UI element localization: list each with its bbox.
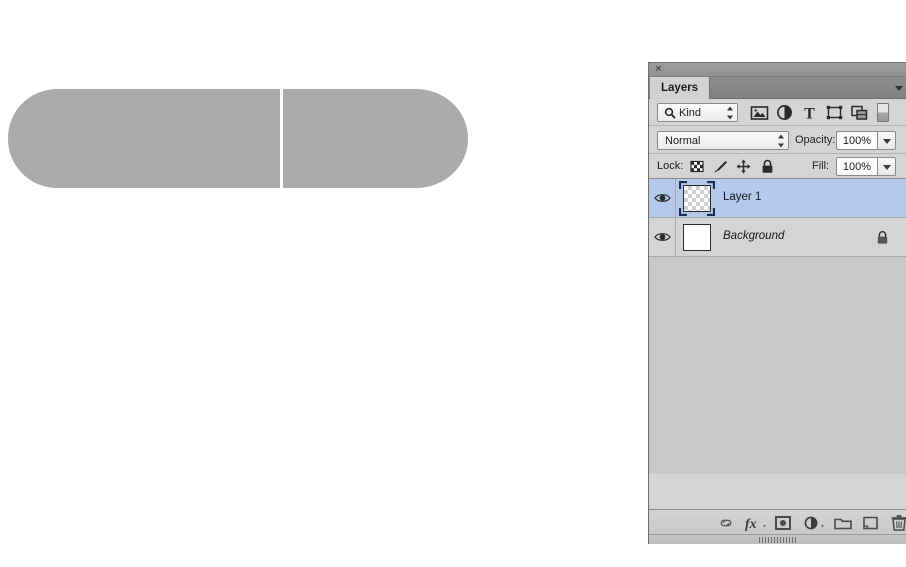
shape-layer-filter-icon[interactable]: [824, 102, 845, 123]
filter-enable-toggle[interactable]: [877, 103, 889, 122]
panel-tabstrip: Layers: [649, 77, 906, 99]
lock-label: Lock:: [657, 160, 684, 172]
search-icon: [664, 107, 676, 119]
filter-kind-label: Kind: [679, 107, 702, 119]
panel-footer-toolbar: fx: [649, 509, 906, 534]
shape-left-half: [8, 89, 280, 188]
fill-input[interactable]: 100%: [836, 157, 877, 176]
layer-name[interactable]: Layer 1: [723, 191, 761, 203]
layer-visibility-toggle[interactable]: [649, 179, 676, 217]
smart-object-filter-icon[interactable]: [849, 102, 870, 123]
lock-position-icon[interactable]: [735, 158, 752, 175]
fill-label: Fill:: [812, 160, 830, 172]
lock-row: Lock: Fill: 100%: [649, 154, 906, 179]
adjustment-layer-filter-icon[interactable]: [774, 102, 795, 123]
close-icon[interactable]: ×: [653, 63, 664, 76]
svg-text:fx: fx: [745, 517, 757, 532]
new-layer-icon[interactable]: [860, 513, 882, 533]
link-layers-icon[interactable]: [715, 513, 737, 533]
layer-selected-brackets-icon: [679, 181, 715, 216]
panel-menu-icon[interactable]: [895, 86, 903, 91]
new-adjustment-layer-icon[interactable]: [801, 513, 824, 533]
layers-list[interactable]: Layer 1 Background: [649, 179, 906, 474]
panel-titlebar: ×: [649, 63, 906, 77]
type-layer-filter-icon[interactable]: T: [799, 102, 820, 123]
document-canvas[interactable]: [0, 0, 640, 567]
blend-mode-select[interactable]: Normal: [657, 131, 789, 150]
blend-mode-stepper[interactable]: [778, 134, 785, 147]
screen-root: × Layers Kind T Normal Opacity: 100% Loc…: [0, 0, 906, 567]
layer-name[interactable]: Background: [723, 230, 784, 242]
pixel-layer-filter-icon[interactable]: [749, 102, 770, 123]
table-row[interactable]: Background: [649, 218, 906, 257]
lock-image-pixels-icon[interactable]: [712, 158, 729, 175]
layer-visibility-toggle[interactable]: [649, 218, 676, 256]
layer-style-fx-icon[interactable]: fx: [743, 513, 766, 533]
add-layer-mask-icon[interactable]: [772, 513, 794, 533]
svg-text:T: T: [804, 106, 815, 123]
rounded-capsule-shape[interactable]: [8, 89, 468, 188]
eye-icon: [654, 192, 671, 204]
layer-locked-icon: [876, 230, 889, 245]
filter-kind-select[interactable]: Kind: [657, 103, 738, 122]
delete-layer-icon[interactable]: [888, 513, 906, 533]
layer-thumbnail[interactable]: [683, 224, 711, 251]
opacity-label: Opacity:: [795, 134, 836, 146]
shape-right-half: [283, 89, 468, 188]
new-group-icon[interactable]: [832, 513, 854, 533]
layers-panel[interactable]: × Layers Kind T Normal Opacity: 100% Loc…: [648, 62, 906, 544]
resize-grip-icon[interactable]: [758, 537, 797, 543]
fill-dropdown-icon[interactable]: [877, 157, 896, 176]
lock-transparent-pixels-icon[interactable]: [689, 158, 706, 175]
eye-icon: [654, 231, 671, 243]
opacity-dropdown-icon[interactable]: [877, 131, 896, 150]
blend-mode-value: Normal: [665, 135, 701, 147]
filter-row: Kind T: [649, 99, 906, 126]
lock-all-icon[interactable]: [759, 158, 776, 175]
panel-resize-gripbar[interactable]: [649, 534, 906, 544]
table-row[interactable]: Layer 1: [649, 179, 906, 218]
blend-opacity-row: Normal Opacity: 100%: [649, 126, 906, 154]
tab-layers[interactable]: Layers: [650, 77, 711, 99]
filter-kind-stepper[interactable]: [727, 106, 734, 119]
opacity-input[interactable]: 100%: [836, 131, 877, 150]
